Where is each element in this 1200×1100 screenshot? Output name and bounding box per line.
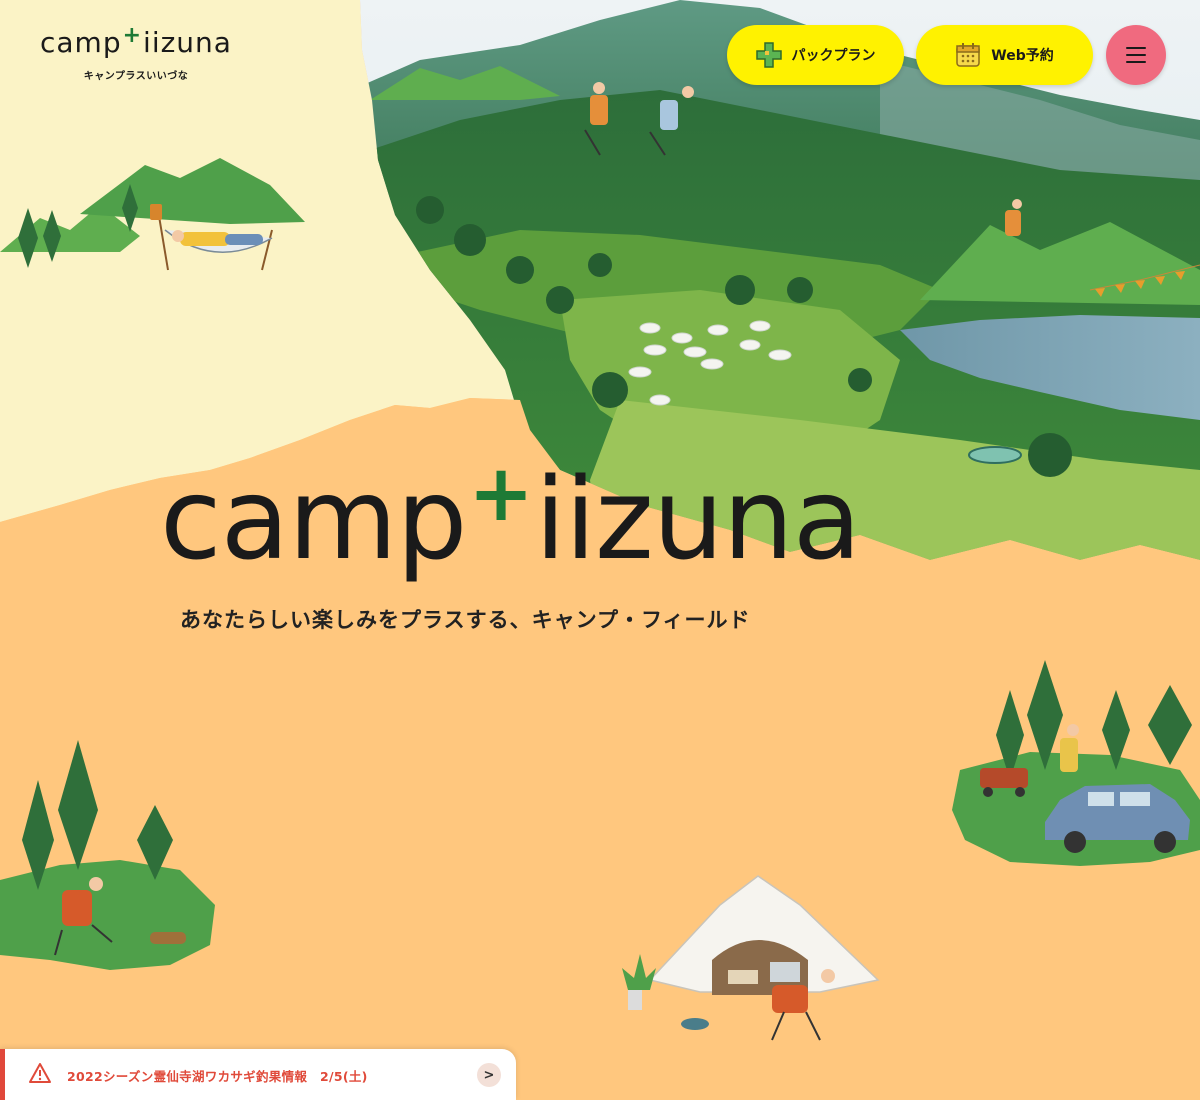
logo-word-iizuna: iizuna xyxy=(143,26,232,59)
hero-title-iizuna: iizuna xyxy=(534,455,862,585)
news-accent-bar xyxy=(0,1049,5,1100)
hero-title-plus: + xyxy=(468,449,533,539)
pack-plan-label: パックプラン xyxy=(791,48,876,64)
site-logo[interactable]: camp+iizuna キャンプラスいいづな xyxy=(40,23,232,82)
web-reserve-label: Web予約 xyxy=(991,48,1054,64)
web-reserve-button[interactable]: Web予約 xyxy=(916,25,1093,85)
calendar-icon xyxy=(956,43,981,67)
hero-title: camp+iizuna xyxy=(160,449,862,597)
menu-button[interactable] xyxy=(1106,25,1166,85)
news-text[interactable]: 2022シーズン霊仙寺湖ワカサギ釣果情報 2/5(土) xyxy=(67,1066,368,1085)
news-bar[interactable]: 2022シーズン霊仙寺湖ワカサギ釣果情報 2/5(土) > xyxy=(0,1049,516,1100)
pack-plan-button[interactable]: パックプラン xyxy=(727,25,904,85)
news-arrow-button[interactable]: > xyxy=(477,1063,501,1087)
logo-plus: + xyxy=(122,23,143,48)
hamburger-icon-line-3 xyxy=(1126,61,1146,63)
logo-wordmark: camp+iizuna xyxy=(40,23,232,61)
hamburger-icon-line-2 xyxy=(1126,54,1146,56)
logo-word-camp: camp xyxy=(40,26,122,59)
hero-tagline: あなたらしい楽しみをプラスする、キャンプ・フィールド xyxy=(180,608,751,632)
hero-stage: camp+iizuna キャンプラスいいづな パックプラン Web予約 camp… xyxy=(0,0,1200,1100)
hamburger-icon-line-1 xyxy=(1126,47,1146,49)
logo-kana: キャンプラスいいづな xyxy=(83,71,189,82)
warning-icon xyxy=(29,1063,51,1083)
hero-title-camp: camp xyxy=(160,455,467,585)
plus-icon xyxy=(755,42,782,68)
